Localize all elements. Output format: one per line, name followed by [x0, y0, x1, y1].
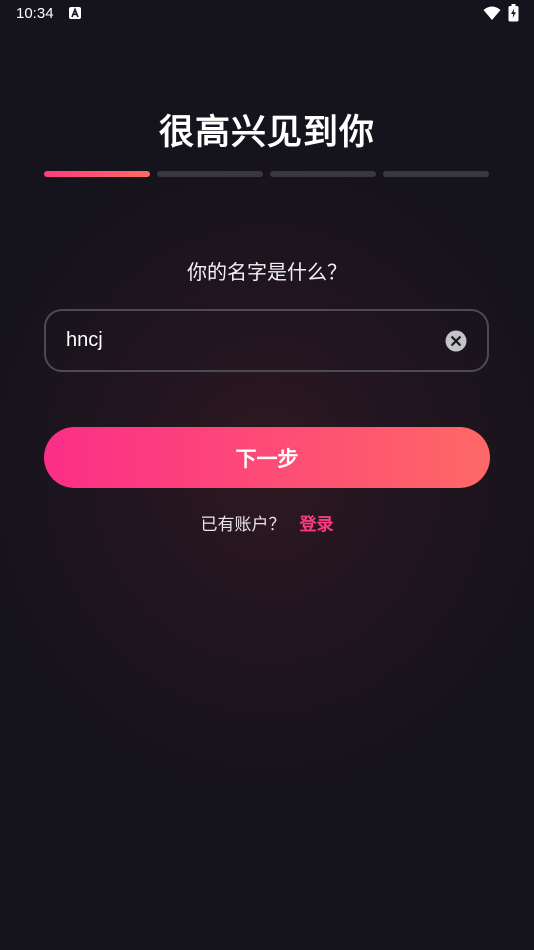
clear-circle-icon[interactable]: [445, 330, 467, 352]
login-prompt: 已有账户？: [200, 515, 286, 535]
status-bar: 10:34: [0, 0, 534, 28]
name-input[interactable]: [66, 311, 426, 370]
wifi-icon: [483, 6, 501, 25]
battery-charging-icon: [508, 4, 519, 26]
status-time: 10:34: [16, 5, 54, 22]
login-row: 已有账户？ 登录: [0, 510, 534, 535]
next-button[interactable]: 下一步: [44, 427, 490, 488]
progress-step-4: [383, 171, 489, 177]
text-a-icon: [69, 7, 81, 19]
progress-step-1: [44, 171, 150, 177]
name-field: [44, 309, 489, 372]
progress-step-2: [157, 171, 263, 177]
name-question: 你的名字是什么？: [187, 260, 347, 284]
step-progress: [44, 171, 490, 177]
page-title: 很高兴见到你: [158, 113, 375, 153]
progress-step-3: [270, 171, 376, 177]
login-link[interactable]: 登录: [300, 515, 334, 535]
